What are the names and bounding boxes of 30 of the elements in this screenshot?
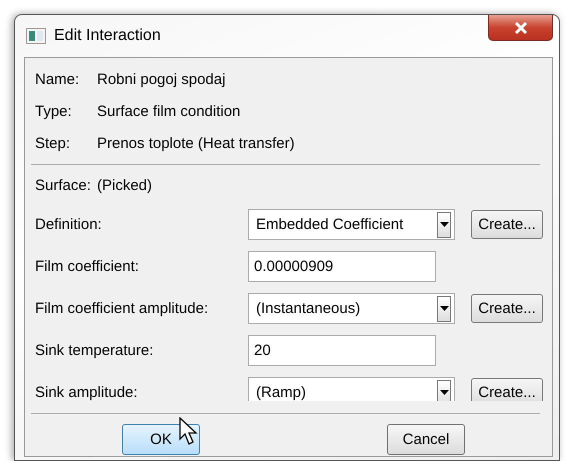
- dialog-button[interactable]: Cancel: [387, 424, 465, 455]
- field-label: Type:: [35, 103, 73, 120]
- dropdown[interactable]: (Ramp): [248, 377, 455, 401]
- input-field[interactable]: 20: [248, 335, 436, 366]
- create-button[interactable]: Create...: [471, 210, 543, 239]
- caret-icon: [440, 390, 448, 395]
- window-title: Edit Interaction: [54, 27, 161, 45]
- dialog-button[interactable]: OK: [122, 424, 200, 455]
- create-button[interactable]: Create...: [471, 294, 543, 323]
- field-label: Name:: [35, 71, 80, 88]
- field-label: Sink temperature:: [35, 342, 154, 359]
- close-button[interactable]: [488, 15, 553, 41]
- input-field[interactable]: 0.00000909: [248, 251, 436, 282]
- app-icon: [26, 28, 46, 44]
- caret-icon: [440, 306, 448, 311]
- dropdown[interactable]: Embedded Coefficient: [248, 209, 455, 240]
- field-value: Robni pogoj spodaj: [97, 71, 226, 88]
- field-label: Film coefficient:: [35, 258, 140, 275]
- field-value: (Picked): [97, 177, 152, 194]
- field-label: Step:: [35, 135, 72, 152]
- close-icon: [512, 22, 528, 34]
- field-value: Prenos toplote (Heat transfer): [97, 135, 295, 152]
- field-label: Sink amplitude:: [35, 384, 139, 401]
- create-button[interactable]: Create...: [471, 378, 543, 401]
- dropdown[interactable]: (Instantaneous): [248, 293, 455, 324]
- caret-icon: [440, 222, 448, 227]
- field-label: Surface:: [35, 177, 92, 194]
- field-label: Definition:: [35, 216, 103, 233]
- field-value: Surface film condition: [97, 103, 240, 120]
- field-label: Film coefficient amplitude:: [35, 300, 210, 317]
